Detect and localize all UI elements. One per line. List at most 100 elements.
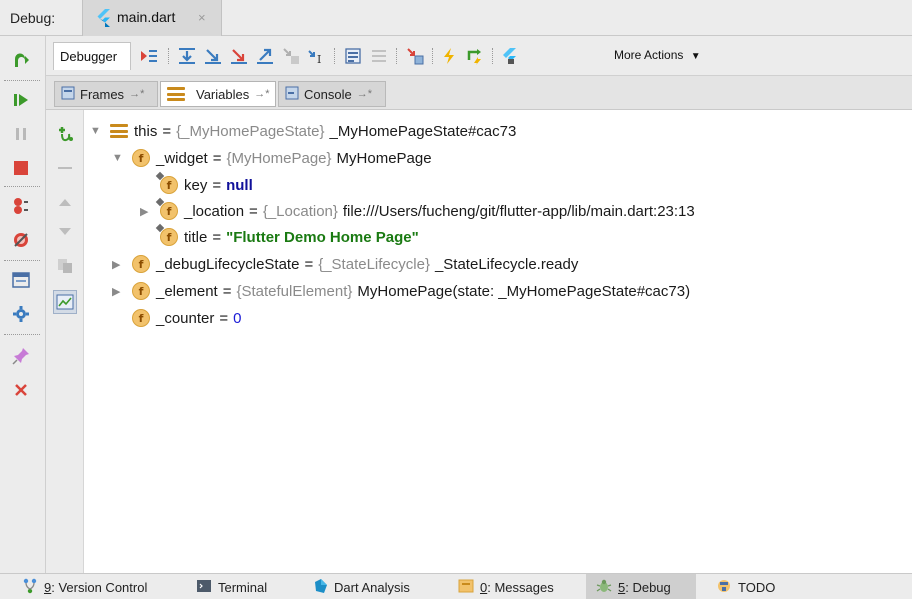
copy-icon[interactable] [53, 254, 77, 278]
step-into-icon[interactable] [202, 45, 224, 67]
final-field-icon: f [160, 202, 178, 220]
dart-analysis-button[interactable]: Dart Analysis [302, 574, 420, 599]
tab-debugger[interactable]: Debugger [53, 42, 131, 70]
messages-button[interactable]: 0: Messages [448, 574, 564, 599]
debugger-subtabs: Frames →* Variables →* Console →* [46, 76, 912, 110]
variables-icon [167, 86, 185, 102]
mute-breakpoints-icon[interactable] [9, 228, 33, 252]
run-to-cursor-icon[interactable]: I [306, 45, 328, 67]
variables-tree: ▼ this = {_MyHomePageState} _MyHomePageS… [84, 110, 912, 573]
var-value: MyHomePage(state: _MyHomePageState#cac73… [357, 282, 691, 300]
messages-icon [458, 579, 474, 596]
todo-label: TODO [738, 579, 776, 595]
debug-tool-label: : Debug [625, 579, 671, 595]
hot-reload-icon[interactable] [438, 45, 460, 67]
flutter-icon [95, 9, 111, 30]
dart-analysis-label: Dart Analysis [334, 579, 410, 595]
tab-variables-pin-icon: →* [254, 88, 270, 100]
var-value: _StateLifecycle.ready [434, 255, 579, 273]
tool-window-bar: 9: Version Control Terminal Dart Analysi… [0, 573, 912, 599]
var-name: _location [184, 202, 245, 220]
tab-console-pin-icon: →* [356, 88, 372, 100]
tree-row-location[interactable]: ▶ f _location = {_Location} file:///User… [140, 199, 695, 223]
var-value: _MyHomePageState#cac73 [329, 122, 517, 140]
todo-button[interactable]: TODO [706, 574, 785, 599]
tree-row-title[interactable]: f title = "Flutter Demo Home Page" [160, 225, 419, 249]
hot-restart-icon[interactable] [464, 45, 486, 67]
equals-sign: = [304, 255, 314, 273]
var-type: {_StateLifecycle} [318, 255, 430, 273]
field-icon: f [132, 309, 150, 327]
collapse-arrow-icon[interactable]: ▼ [90, 125, 104, 137]
version-control-button[interactable]: 9: Version Control [12, 574, 157, 599]
force-step-into-icon[interactable] [228, 45, 250, 67]
terminal-button[interactable]: Terminal [186, 574, 277, 599]
debug-bug-icon [596, 578, 612, 597]
move-up-icon[interactable] [53, 190, 77, 214]
tab-frames[interactable]: Frames →* [54, 81, 158, 107]
rerun-icon[interactable] [9, 49, 33, 73]
final-field-icon: f [160, 228, 178, 246]
collapse-arrow-icon[interactable]: ▼ [112, 152, 126, 164]
tree-row-widget[interactable]: ▼ f _widget = {MyHomePage} MyHomePage [112, 146, 432, 170]
field-icon: f [132, 255, 150, 273]
pause-icon[interactable] [9, 122, 33, 146]
debug-tool-button[interactable]: 5: Debug [586, 574, 696, 599]
var-type: {StatefulElement} [236, 282, 353, 300]
resume-icon[interactable] [9, 88, 33, 112]
console-icon [285, 86, 299, 103]
settings-gear-icon[interactable] [9, 302, 33, 326]
remove-watch-icon[interactable] [53, 156, 77, 180]
equals-sign: = [212, 149, 222, 167]
expand-arrow-icon[interactable]: ▶ [140, 205, 154, 218]
tree-row-counter[interactable]: f _counter = 0 [132, 306, 241, 330]
run-tab-title: main.dart [117, 9, 176, 25]
var-value: 0 [233, 309, 242, 327]
tab-variables[interactable]: Variables →* [160, 81, 276, 107]
debug-titlebar: Debug: main.dart × [0, 0, 912, 36]
var-name: _counter [156, 309, 215, 327]
trace-current-stream-icon[interactable] [368, 45, 390, 67]
tab-console-label: Console [304, 86, 352, 102]
tab-variables-label: Variables [196, 86, 250, 102]
run-config-tab[interactable]: main.dart × [82, 0, 222, 36]
stop-icon[interactable] [9, 156, 33, 180]
evaluate-expression-icon[interactable] [342, 45, 364, 67]
object-icon [110, 123, 128, 139]
var-value: file:///Users/fucheng/git/flutter-app/li… [342, 202, 695, 220]
pin-icon[interactable] [9, 344, 33, 368]
var-name: this [134, 122, 158, 140]
var-type: {_Location} [262, 202, 338, 220]
var-type: {MyHomePage} [226, 149, 332, 167]
equals-sign: = [162, 122, 172, 140]
var-name: key [184, 176, 208, 194]
restore-layout-icon[interactable] [9, 268, 33, 292]
tree-row-this[interactable]: ▼ this = {_MyHomePageState} _MyHomePageS… [90, 119, 516, 143]
tree-row-element[interactable]: ▶ f _element = {StatefulElement} MyHomeP… [112, 279, 690, 303]
restore-breakpoint-icon[interactable] [404, 45, 426, 67]
tree-row-debug-lifecycle-state[interactable]: ▶ f _debugLifecycleState = {_StateLifecy… [112, 252, 578, 276]
field-icon: f [132, 282, 150, 300]
step-out-icon[interactable] [254, 45, 276, 67]
messages-label: : Messages [487, 579, 554, 595]
expand-arrow-icon[interactable]: ▶ [112, 285, 126, 298]
tab-console[interactable]: Console →* [278, 81, 386, 107]
tree-row-key[interactable]: f key = null [160, 173, 253, 197]
tab-frames-label: Frames [80, 86, 125, 102]
new-watch-icon[interactable] [53, 122, 77, 146]
expand-arrow-icon[interactable]: ▶ [112, 258, 126, 271]
step-over-icon[interactable] [176, 45, 198, 67]
close-icon[interactable] [9, 378, 33, 402]
more-actions-label: More Actions [614, 48, 684, 62]
view-breakpoints-icon[interactable] [9, 194, 33, 218]
more-actions-button[interactable]: More Actions ▼ [614, 48, 701, 62]
show-execution-point-icon[interactable] [138, 45, 160, 67]
flutter-inspector-icon[interactable] [498, 45, 520, 67]
frames-icon [61, 86, 75, 103]
close-tab-icon[interactable]: × [198, 10, 206, 25]
watches-toggle-icon[interactable] [53, 290, 77, 314]
drop-frame-icon[interactable] [280, 45, 302, 67]
tab-frames-pin-icon: →* [129, 88, 145, 100]
var-value: MyHomePage [336, 149, 432, 167]
move-down-icon[interactable] [53, 220, 77, 244]
